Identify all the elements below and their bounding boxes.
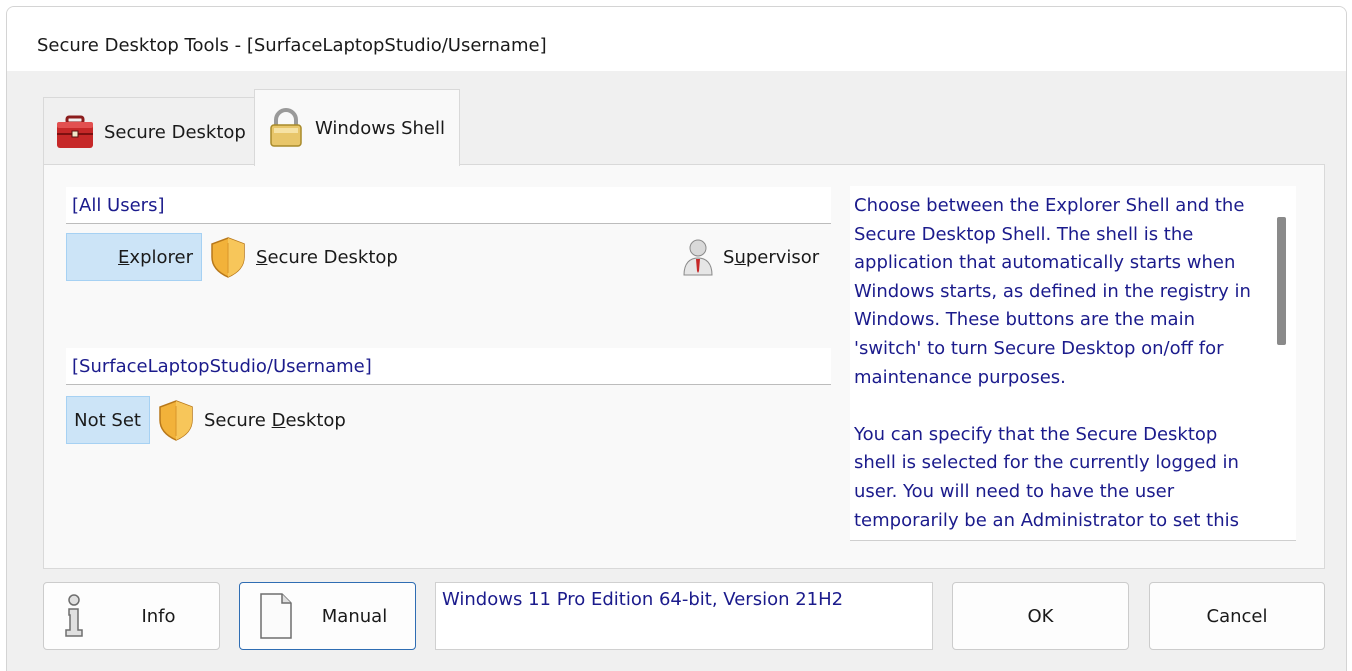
- all-users-header: [All Users]: [66, 187, 831, 224]
- help-paragraph: Choose between the Explorer Shell and th…: [854, 195, 1251, 388]
- help-text-box[interactable]: Choose between the Explorer Shell and th…: [850, 186, 1296, 541]
- windows-shell-panel: [All Users] Explorer Secure Desktop Supe…: [43, 164, 1325, 569]
- window-title: Secure Desktop Tools - [SurfaceLaptopStu…: [37, 35, 547, 56]
- secure-desktop-label: Secure Desktop: [204, 409, 346, 431]
- user-header: [SurfaceLaptopStudio/Username]: [66, 348, 831, 385]
- cancel-button[interactable]: Cancel: [1149, 582, 1325, 650]
- info-label: Info: [141, 605, 176, 627]
- version-info: Windows 11 Pro Edition 64-bit, Version 2…: [435, 582, 933, 650]
- scrollbar-thumb[interactable]: [1277, 217, 1286, 345]
- bottom-bar: Info Manual Windows 11 Pro Edition 64-bi…: [7, 567, 1346, 671]
- supervisor-person-icon: [683, 239, 713, 276]
- tab-label: Secure Desktop: [104, 121, 246, 143]
- secure-desktop-user-button[interactable]: Secure Desktop: [156, 396, 346, 444]
- app-window: Secure Desktop Tools - [SurfaceLaptopStu…: [6, 6, 1347, 671]
- manual-label: Manual: [321, 605, 388, 627]
- explorer-button[interactable]: Explorer: [66, 233, 202, 281]
- shield-icon: [159, 400, 193, 441]
- shield-icon: [211, 237, 245, 278]
- tab-secure-desktop[interactable]: Secure Desktop: [43, 97, 255, 166]
- not-set-button[interactable]: Not Set: [66, 396, 150, 444]
- supervisor-label: Supervisor: [723, 246, 820, 268]
- ok-label: OK: [1027, 605, 1054, 627]
- not-set-label: Not Set: [74, 409, 141, 431]
- padlock-icon: [270, 108, 302, 147]
- explorer-label: Explorer: [118, 246, 193, 268]
- help-paragraph: You can specify that the Secure Desktop …: [854, 423, 1239, 531]
- ok-button[interactable]: OK: [952, 582, 1129, 650]
- supervisor-button[interactable]: Supervisor: [681, 233, 819, 281]
- title-bar: Secure Desktop Tools - [SurfaceLaptopStu…: [7, 7, 1346, 71]
- secure-desktop-label: Secure Desktop: [256, 246, 398, 268]
- toolbox-icon: [57, 115, 93, 148]
- tab-windows-shell[interactable]: Windows Shell: [254, 89, 460, 166]
- manual-button[interactable]: Manual: [239, 582, 416, 650]
- cancel-label: Cancel: [1206, 605, 1268, 627]
- help-text: Choose between the Explorer Shell and th…: [854, 192, 1262, 535]
- info-button[interactable]: Info: [43, 582, 220, 650]
- vertical-scrollbar[interactable]: [1266, 186, 1296, 540]
- secure-desktop-all-users-button[interactable]: Secure Desktop: [208, 233, 398, 281]
- tab-label: Windows Shell: [315, 117, 445, 139]
